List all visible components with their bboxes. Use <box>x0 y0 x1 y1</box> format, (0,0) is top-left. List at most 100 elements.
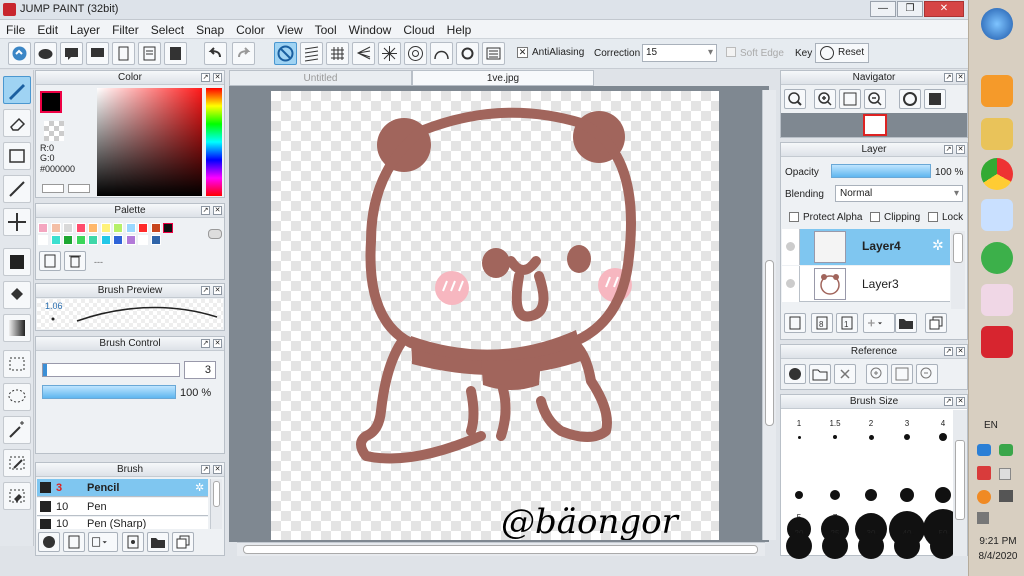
layer-opacity-slider[interactable] <box>831 164 931 178</box>
navigator-preview[interactable] <box>781 113 967 137</box>
new-brush-button[interactable] <box>63 532 85 552</box>
layer-row-layer4[interactable]: Layer4 ✲ <box>800 229 950 265</box>
clipping-checkbox[interactable] <box>870 212 880 222</box>
menu-file[interactable]: File <box>0 20 31 37</box>
maximize-button[interactable]: ❐ <box>897 1 923 17</box>
cloud-icon-button[interactable] <box>34 42 57 65</box>
panel-detach-icon[interactable]: ↗ <box>201 73 210 82</box>
hue-slider[interactable] <box>206 88 222 196</box>
rotate-button[interactable] <box>899 89 921 109</box>
start-button[interactable] <box>981 8 1013 40</box>
layer-list-scrollbar[interactable] <box>951 231 965 309</box>
palette-swatch[interactable] <box>88 235 98 245</box>
zoom-in-button[interactable] <box>814 89 836 109</box>
panel-close-icon[interactable]: ✕ <box>956 397 965 406</box>
tray-app-icon[interactable] <box>977 490 991 504</box>
selection-pen-tool[interactable] <box>3 449 31 477</box>
brush-size-slider[interactable] <box>42 363 180 377</box>
brush-item[interactable]: 3 Pencil ✲ <box>37 479 208 497</box>
flip-button[interactable] <box>924 89 946 109</box>
brush-size-dot[interactable] <box>786 533 812 559</box>
tab-untitled[interactable]: Untitled <box>229 70 412 86</box>
menu-filter[interactable]: Filter <box>106 20 145 37</box>
palette-swatch[interactable] <box>138 235 148 245</box>
reference-close-button[interactable] <box>834 364 856 384</box>
eraser-tool[interactable] <box>3 109 31 137</box>
clock-time[interactable]: 9:21 PM <box>971 536 1024 547</box>
menu-color[interactable]: Color <box>230 20 271 37</box>
color-mode-button[interactable] <box>42 184 64 193</box>
panel-detach-icon[interactable]: ↗ <box>201 286 210 295</box>
reference-open-button[interactable] <box>809 364 831 384</box>
layer-visibility-toggle[interactable] <box>782 266 800 302</box>
move-tool[interactable] <box>3 208 31 236</box>
palette-swatch[interactable] <box>125 235 136 245</box>
layer-visibility-toggle[interactable] <box>782 229 800 265</box>
reference-zoom-in-button[interactable] <box>866 364 888 384</box>
duplicate-layer-button[interactable] <box>925 313 947 333</box>
correction-select[interactable]: 15 ▾ <box>642 44 717 62</box>
rect-select-tool[interactable] <box>3 350 31 378</box>
clock-date[interactable]: 8/4/2020 <box>971 551 1024 562</box>
comment-button[interactable] <box>86 42 109 65</box>
paint-icon[interactable] <box>981 199 1013 231</box>
palette-swatch[interactable] <box>75 223 86 233</box>
tab-1ve-jpg[interactable]: 1ve.jpg <box>412 70 594 86</box>
panel-close-icon[interactable]: ✕ <box>213 286 222 295</box>
palette-swatch[interactable] <box>38 235 48 245</box>
gear-icon[interactable]: ✲ <box>195 481 204 494</box>
reference-fit-button[interactable] <box>891 364 913 384</box>
palette-swatch[interactable] <box>75 235 86 245</box>
protect-alpha-checkbox[interactable] <box>789 212 799 222</box>
brush-size-dot[interactable] <box>868 434 874 440</box>
brush-item[interactable]: 10 Pen (Sharp) <box>37 517 208 529</box>
brush-size-scrollbar[interactable] <box>953 410 967 556</box>
new-file-button[interactable] <box>112 42 135 65</box>
gear-icon[interactable]: ✲ <box>932 237 944 254</box>
new-8bit-layer-button[interactable]: 8 <box>811 313 833 333</box>
brush-settings-button[interactable] <box>122 532 144 552</box>
chrome-icon[interactable] <box>981 158 1013 190</box>
panel-detach-icon[interactable]: ↗ <box>201 206 210 215</box>
selection-eraser-tool[interactable] <box>3 482 31 510</box>
snap-curve-button[interactable] <box>430 42 453 65</box>
fill-rect-tool[interactable] <box>3 248 31 276</box>
brush-size-dot[interactable] <box>900 488 914 502</box>
reset-button[interactable]: Reset <box>815 43 869 63</box>
snap-perspective-button[interactable] <box>352 42 375 65</box>
rectangle-tool[interactable] <box>3 142 31 170</box>
snap-grid-button[interactable] <box>326 42 349 65</box>
canvas-horizontal-scrollbar[interactable] <box>237 542 765 556</box>
gradient-tool[interactable] <box>3 314 31 342</box>
panel-detach-icon[interactable]: ↗ <box>201 339 210 348</box>
duplicate-brush-button[interactable] <box>172 532 194 552</box>
color-picker-button[interactable] <box>68 184 90 193</box>
panel-close-icon[interactable]: ✕ <box>956 73 965 82</box>
lock-checkbox[interactable] <box>928 212 938 222</box>
close-button[interactable]: ✕ <box>924 1 964 17</box>
brush-tool[interactable] <box>3 76 31 104</box>
tray-antivirus-icon[interactable] <box>977 466 991 480</box>
saturation-value-picker[interactable] <box>97 88 202 196</box>
reference-cloud-button[interactable] <box>784 364 806 384</box>
line-tool[interactable] <box>3 175 31 203</box>
open-file-button[interactable] <box>138 42 161 65</box>
layer-folder-button[interactable] <box>895 313 917 333</box>
palette-swatch[interactable] <box>100 235 111 245</box>
brush-menu-button[interactable] <box>88 532 118 552</box>
zoom-out-button[interactable] <box>864 89 886 109</box>
brush-item[interactable]: 10 Pen <box>37 498 208 516</box>
antialiasing-checkbox[interactable]: ✕ <box>517 47 528 58</box>
palette-swatch[interactable] <box>150 223 161 233</box>
delete-swatch-button[interactable] <box>64 251 86 271</box>
zoom-actual-button[interactable] <box>784 89 806 109</box>
panel-detach-icon[interactable]: ↗ <box>201 465 210 474</box>
panel-detach-icon[interactable]: ↗ <box>944 397 953 406</box>
palette-swatch[interactable] <box>38 223 48 233</box>
menu-cloud[interactable]: Cloud <box>397 20 440 37</box>
battery-icon[interactable] <box>977 512 989 524</box>
snap-parallel-button[interactable] <box>300 42 323 65</box>
brush-size-dot[interactable] <box>833 435 837 439</box>
palette-swatch[interactable] <box>88 223 98 233</box>
reference-zoom-out-button[interactable] <box>916 364 938 384</box>
